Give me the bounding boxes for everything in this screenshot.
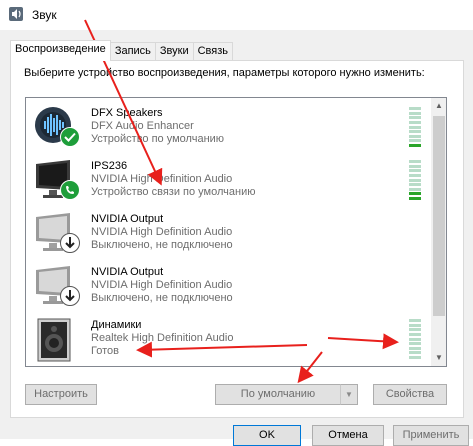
device-description: NVIDIA High Definition Audio [91, 226, 233, 238]
volume-meter [409, 160, 421, 200]
volume-meter [409, 319, 421, 359]
ok-button[interactable]: OK [233, 425, 301, 446]
chevron-down-icon[interactable]: ▼ [340, 384, 358, 405]
scrollbar-thumb[interactable] [433, 116, 445, 316]
device-status: Выключено, не подключено [91, 239, 233, 251]
speaker-icon [37, 318, 71, 362]
vertical-scrollbar[interactable]: ▲ ▼ [431, 98, 446, 366]
speaker-title-icon [9, 7, 23, 21]
device-item[interactable]: NVIDIA Output NVIDIA High Definition Aud… [26, 260, 431, 312]
tab-recording[interactable]: Запись [109, 42, 156, 60]
down-arrow-badge-icon [60, 233, 80, 253]
device-item[interactable]: NVIDIA Output NVIDIA High Definition Aud… [26, 207, 431, 259]
device-description: NVIDIA High Definition Audio [91, 279, 233, 291]
title-bar: Звук [0, 0, 473, 30]
cancel-button[interactable]: Отмена [312, 425, 384, 446]
device-name: DFX Speakers [91, 107, 163, 119]
device-item[interactable]: Динамики Realtek High Definition Audio Г… [26, 313, 431, 365]
tab-communications[interactable]: Связь [192, 42, 234, 60]
device-name: IPS236 [91, 160, 128, 172]
tab-playback[interactable]: Воспроизведение [10, 40, 111, 61]
instruction-text: Выберите устройство воспроизведения, пар… [24, 67, 425, 79]
phone-badge-icon [60, 180, 80, 200]
scroll-up-icon[interactable]: ▲ [431, 98, 446, 114]
device-description: Realtek High Definition Audio [91, 332, 234, 344]
properties-button[interactable]: Свойства [373, 384, 447, 405]
volume-meter [409, 107, 421, 147]
window-title: Звук [32, 8, 57, 22]
device-name: NVIDIA Output [91, 266, 164, 278]
device-name: NVIDIA Output [91, 213, 164, 225]
device-name: Динамики [91, 319, 142, 331]
device-item[interactable]: IPS236 NVIDIA High Definition Audio Устр… [26, 154, 431, 206]
device-list[interactable]: DFX Speakers DFX Audio Enhancer Устройст… [25, 97, 447, 367]
down-arrow-badge-icon [60, 286, 80, 306]
device-status: Выключено, не подключено [91, 292, 233, 304]
device-status: Готов [91, 345, 119, 357]
device-description: DFX Audio Enhancer [91, 120, 194, 132]
tab-sounds[interactable]: Звуки [154, 42, 194, 60]
set-default-button[interactable]: По умолчанию [215, 384, 341, 405]
apply-button[interactable]: Применить [393, 425, 469, 446]
check-badge-icon [60, 127, 80, 147]
device-description: NVIDIA High Definition Audio [91, 173, 233, 185]
tab-strip: Воспроизведение Запись Звуки Связь [10, 40, 234, 61]
configure-button[interactable]: Настроить [25, 384, 97, 405]
device-status: Устройство связи по умолчанию [91, 186, 256, 198]
device-item[interactable]: DFX Speakers DFX Audio Enhancer Устройст… [26, 101, 431, 153]
scroll-down-icon[interactable]: ▼ [431, 350, 446, 366]
device-status: Устройство по умолчанию [91, 133, 225, 145]
